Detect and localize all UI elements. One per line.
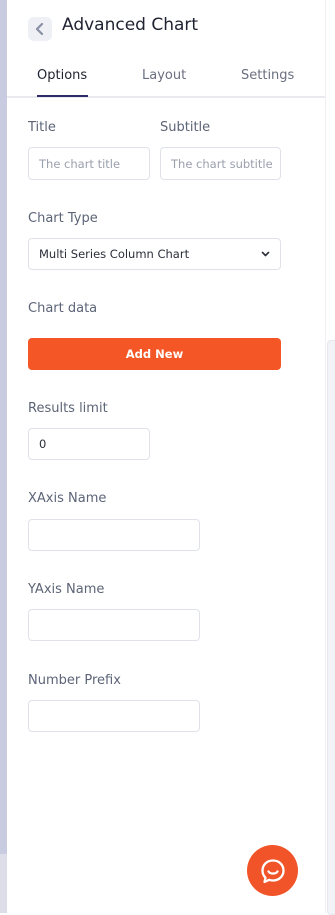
subtitle-placeholder: The chart subtitle bbox=[171, 156, 273, 171]
tab-settings[interactable]: Settings bbox=[241, 68, 294, 83]
xaxis-name-input[interactable] bbox=[28, 519, 200, 551]
chat-bubble-smile-icon bbox=[260, 858, 285, 883]
subtitle-input[interactable]: The chart subtitle bbox=[160, 147, 281, 180]
chevron-down-icon bbox=[261, 251, 270, 257]
back-button[interactable] bbox=[28, 17, 52, 41]
title-label: Title bbox=[28, 120, 56, 135]
chart-data-label: Chart data bbox=[28, 301, 98, 316]
page-title: Advanced Chart bbox=[62, 15, 199, 35]
xaxis-name-label: XAxis Name bbox=[28, 491, 107, 506]
left-rail-footer bbox=[0, 854, 7, 913]
number-prefix-input[interactable] bbox=[28, 700, 200, 732]
yaxis-name-label: YAxis Name bbox=[28, 582, 105, 597]
title-placeholder: The chart title bbox=[39, 156, 121, 171]
results-limit-label: Results limit bbox=[28, 401, 108, 416]
chart-type-value: Multi Series Column Chart bbox=[39, 247, 190, 261]
chevron-left-icon bbox=[35, 23, 44, 35]
yaxis-name-input[interactable] bbox=[28, 609, 200, 641]
number-prefix-label: Number Prefix bbox=[28, 673, 121, 688]
tab-options[interactable]: Options bbox=[37, 68, 87, 83]
tab-layout[interactable]: Layout bbox=[142, 68, 186, 83]
chart-type-label: Chart Type bbox=[28, 211, 98, 226]
subtitle-label: Subtitle bbox=[160, 120, 211, 135]
results-limit-value: 0 bbox=[39, 437, 47, 451]
chart-type-select[interactable]: Multi Series Column Chart bbox=[28, 238, 281, 270]
chat-button[interactable] bbox=[247, 845, 298, 896]
add-new-button[interactable]: Add New bbox=[28, 338, 281, 370]
results-limit-input[interactable]: 0 bbox=[28, 428, 150, 460]
title-input[interactable]: The chart title bbox=[28, 147, 150, 180]
scrollbar-thumb[interactable] bbox=[327, 340, 335, 915]
left-rail bbox=[0, 0, 7, 913]
active-tab-indicator bbox=[37, 95, 88, 97]
